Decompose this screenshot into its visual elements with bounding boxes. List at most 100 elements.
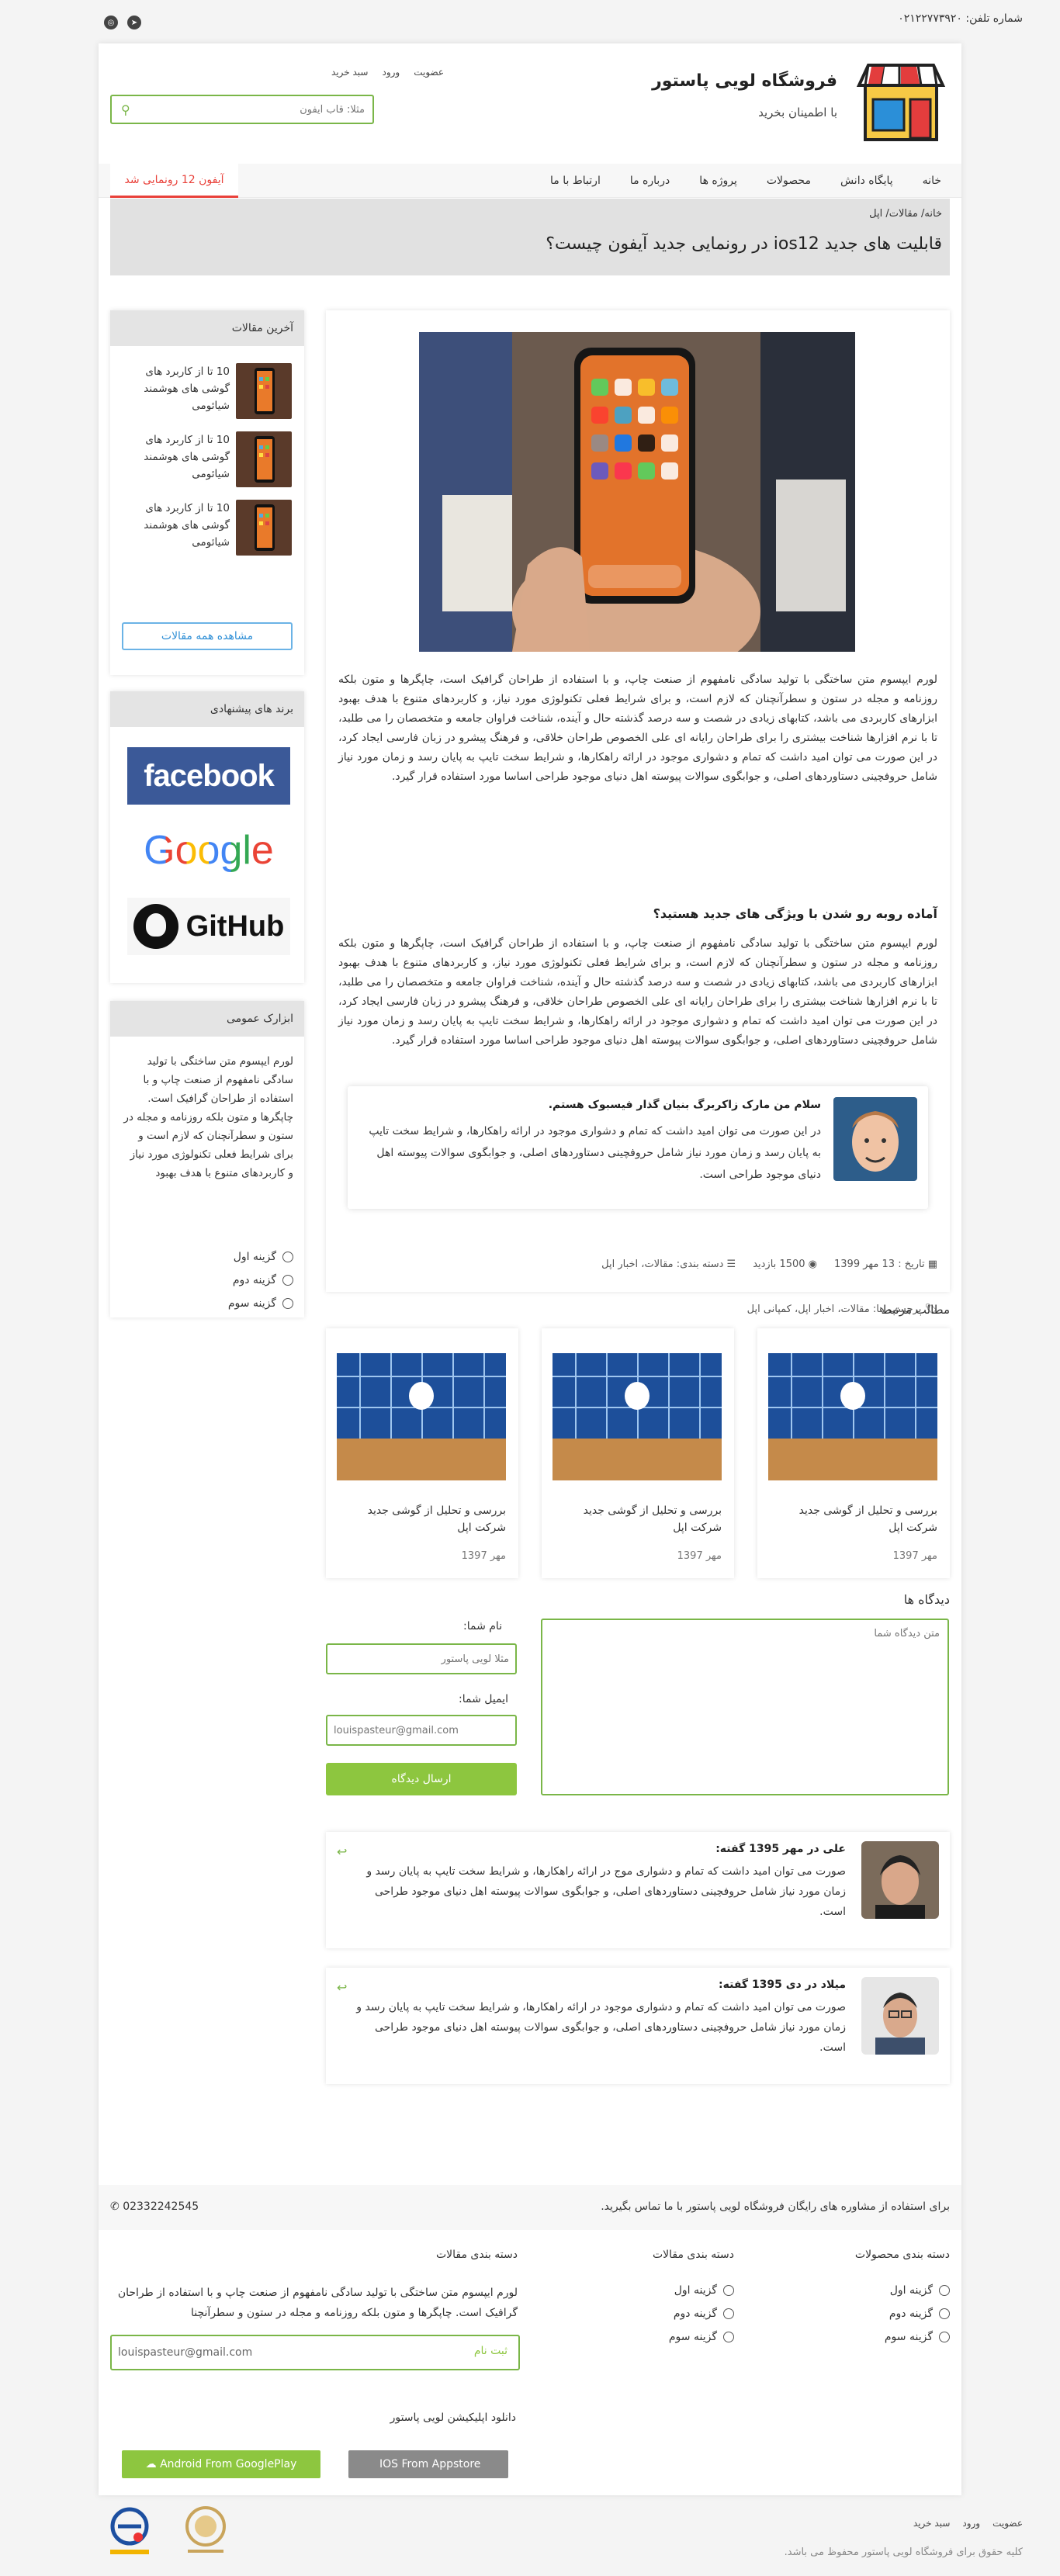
sidebar-article[interactable]: 10 تا از کاربرد های گوشی های هوشمند شیائ… — [121, 500, 292, 559]
search-icon[interactable]: ⚲ — [121, 102, 130, 117]
register-link[interactable]: عضویت — [414, 67, 444, 78]
login-link[interactable]: ورود — [382, 67, 400, 78]
nav-home[interactable]: خانه — [923, 175, 941, 187]
meta-category: ☰ دسته بندی: مقالات، اخبار اپل — [601, 1259, 736, 1270]
newsletter-email-field[interactable] — [118, 2336, 413, 2369]
footer-phone[interactable]: 02332242545 ✆ — [110, 2200, 199, 2213]
telegram-icon[interactable]: ➤ — [127, 16, 141, 29]
footer-option[interactable]: گزینه سوم — [885, 2331, 950, 2343]
related-card[interactable]: بررسی و تحلیل از گوشی جدید شرکت اپل مهر … — [542, 1328, 734, 1578]
android-icon: ☁ — [145, 2458, 157, 2470]
page-title: قابلیت های جدید ios12 در رونمایی جدید آی… — [546, 234, 942, 254]
footer-col-title: دسته بندی محصولات — [854, 2249, 950, 2261]
bottom-login-link[interactable]: ورود — [962, 2518, 980, 2529]
email-field[interactable] — [327, 1716, 515, 1744]
footer-option-label: گزینه سوم — [668, 2331, 717, 2343]
quote-box: سلام من مارک زاکربرگ بنیان گذار فیسبوک ه… — [348, 1086, 928, 1209]
related-card-date: مهر 1397 — [461, 1550, 506, 1562]
breadcrumb[interactable]: خانه/ مقالات/ اپل — [869, 208, 942, 220]
related-image — [768, 1353, 937, 1480]
article-thumb — [236, 363, 292, 419]
bottom-cart-link[interactable]: سبد خرید — [913, 2518, 950, 2529]
footer-option[interactable]: گزینه دوم — [889, 2308, 950, 2320]
footer-col-title: دسته بندی مقالات — [652, 2249, 734, 2261]
copyright: کلیه حقوق برای فروشگاه لویی پاستور محفوظ… — [784, 2547, 1023, 2558]
comment-text: صورت می توان امید داشت که تمام و دشواری … — [366, 1865, 846, 1918]
related-card[interactable]: بررسی و تحلیل از گوشی جدید شرکت اپل مهر … — [326, 1328, 518, 1578]
auth-links: عضویت ورود سبد خرید — [331, 67, 444, 78]
github-logo[interactable]: GitHub — [127, 898, 290, 955]
footer-option[interactable]: گزینه اول — [674, 2284, 734, 2297]
radio-circle[interactable] — [939, 2308, 950, 2319]
footer-col-text: لورم ایپسوم متن ساختگی با تولید سادگی نا… — [117, 2287, 518, 2319]
comment-item: میلاد در دی 1395 گفته: صورت می توان امید… — [326, 1968, 950, 2084]
ios-download-button[interactable]: IOS From Appstore — [348, 2450, 508, 2478]
footer-option[interactable]: گزینه سوم — [669, 2331, 734, 2343]
all-articles-button[interactable]: مشاهده همه مقالات — [122, 622, 293, 650]
radio-circle[interactable] — [282, 1298, 293, 1309]
radio-circle[interactable] — [939, 2285, 950, 2296]
instagram-icon[interactable]: ◎ — [104, 16, 118, 29]
bottom-register-link[interactable]: عضویت — [992, 2518, 1023, 2529]
sidebar-article[interactable]: 10 تا از کاربرد های گوشی های هوشمند شیائ… — [121, 363, 292, 422]
footer-option[interactable]: گزینه دوم — [674, 2308, 734, 2320]
reply-icon[interactable]: ↩ — [337, 1844, 347, 1859]
google-logo[interactable]: Google — [127, 822, 290, 879]
article-paragraph: لورم ایپسوم متن ساختگی با تولید سادگی نا… — [338, 673, 937, 783]
radio-circle[interactable] — [723, 2285, 734, 2296]
facebook-logo[interactable]: facebook — [127, 747, 290, 805]
cart-link[interactable]: سبد خرید — [331, 67, 368, 78]
name-field[interactable] — [327, 1645, 515, 1673]
search-input[interactable] — [140, 96, 365, 123]
article-card: لورم ایپسوم متن ساختگی با تولید سادگی نا… — [326, 310, 950, 1315]
article-subheading: آماده روبه رو شدن با ویژگی های جدید هستی… — [653, 906, 937, 921]
nav-promo[interactable]: آیفون 12 رونمایی شد — [110, 164, 238, 198]
email-field-box — [326, 1715, 517, 1746]
article-title: 10 تا از کاربرد های گوشی های هوشمند شیائ… — [144, 365, 230, 412]
nav-contact[interactable]: ارتباط با ما — [550, 175, 601, 187]
radio-circle[interactable] — [939, 2332, 950, 2342]
search-box: ⚲ — [110, 95, 374, 124]
nav-projects[interactable]: پروژه ها — [699, 175, 737, 187]
nav-products[interactable]: محصولات — [767, 175, 811, 187]
related-card[interactable]: بررسی و تحلیل از گوشی جدید شرکت اپل مهر … — [757, 1328, 950, 1578]
option-label: گزینه دوم — [232, 1274, 276, 1286]
option-radio[interactable]: گزینه دوم — [233, 1274, 293, 1286]
commenter-avatar — [861, 1977, 939, 2055]
name-field-box — [326, 1643, 517, 1674]
android-download-button[interactable]: Android From GooglePlay ☁ — [122, 2450, 320, 2478]
eye-icon: ◉ — [805, 1259, 818, 1270]
samandehi-badge[interactable] — [178, 2503, 233, 2557]
comment-textarea[interactable] — [542, 1620, 947, 1794]
option-label: گزینه اول — [233, 1251, 276, 1263]
footer-option-label: گزینه دوم — [889, 2308, 933, 2320]
shop-logo[interactable] — [854, 62, 947, 143]
commenter-name: میلاد در دی 1395 گفته: — [719, 1979, 846, 1991]
footer-option-label: گزینه اول — [674, 2284, 717, 2297]
comments-title: دیدگاه ها — [903, 1592, 950, 1607]
category-text[interactable]: دسته بندی: مقالات، اخبار اپل — [601, 1259, 723, 1270]
bottom-links: عضویت ورود سبد خرید — [913, 2518, 1023, 2529]
sidebar-article[interactable]: 10 تا از کاربرد های گوشی های هوشمند شیائ… — [121, 431, 292, 490]
main-container: فروشگاه لویی پاستور با اطمینان بخرید عضو… — [99, 43, 961, 2495]
radio-circle[interactable] — [282, 1252, 293, 1262]
related-card-title: بررسی و تحلیل از گوشی جدید شرکت اپل — [583, 1504, 722, 1534]
date-text: تاریخ : 13 مهر 1399 — [834, 1259, 925, 1270]
widget-title: ابزارک عمومی — [110, 1001, 304, 1037]
submit-comment-button[interactable]: ارسال دیدگاه — [326, 1763, 517, 1795]
widget-text: لورم ایپسوم متن ساختگی با تولید سادگی نا… — [123, 1055, 293, 1179]
radio-circle[interactable] — [723, 2332, 734, 2342]
nav-knowledge[interactable]: پایگاه دانش — [840, 175, 893, 187]
nav-about[interactable]: درباره ما — [630, 175, 670, 187]
newsletter-button[interactable]: ثبت نام — [474, 2345, 507, 2357]
option-radio[interactable]: گزینه اول — [234, 1251, 293, 1263]
reply-icon[interactable]: ↩ — [337, 1980, 347, 1995]
footer-consult-bar: برای استفاده از مشاوره های رایگان فروشگا… — [99, 2185, 961, 2230]
option-radio[interactable]: گزینه سوم — [228, 1297, 293, 1310]
related-card-title: بررسی و تحلیل از گوشی جدید شرکت اپل — [798, 1504, 937, 1534]
footer-option[interactable]: گزینه اول — [890, 2284, 950, 2297]
main-nav: خانه پایگاه دانش محصولات پروژه ها درباره… — [99, 164, 961, 198]
radio-circle[interactable] — [282, 1275, 293, 1286]
radio-circle[interactable] — [723, 2308, 734, 2319]
enamad-badge[interactable] — [102, 2503, 157, 2557]
